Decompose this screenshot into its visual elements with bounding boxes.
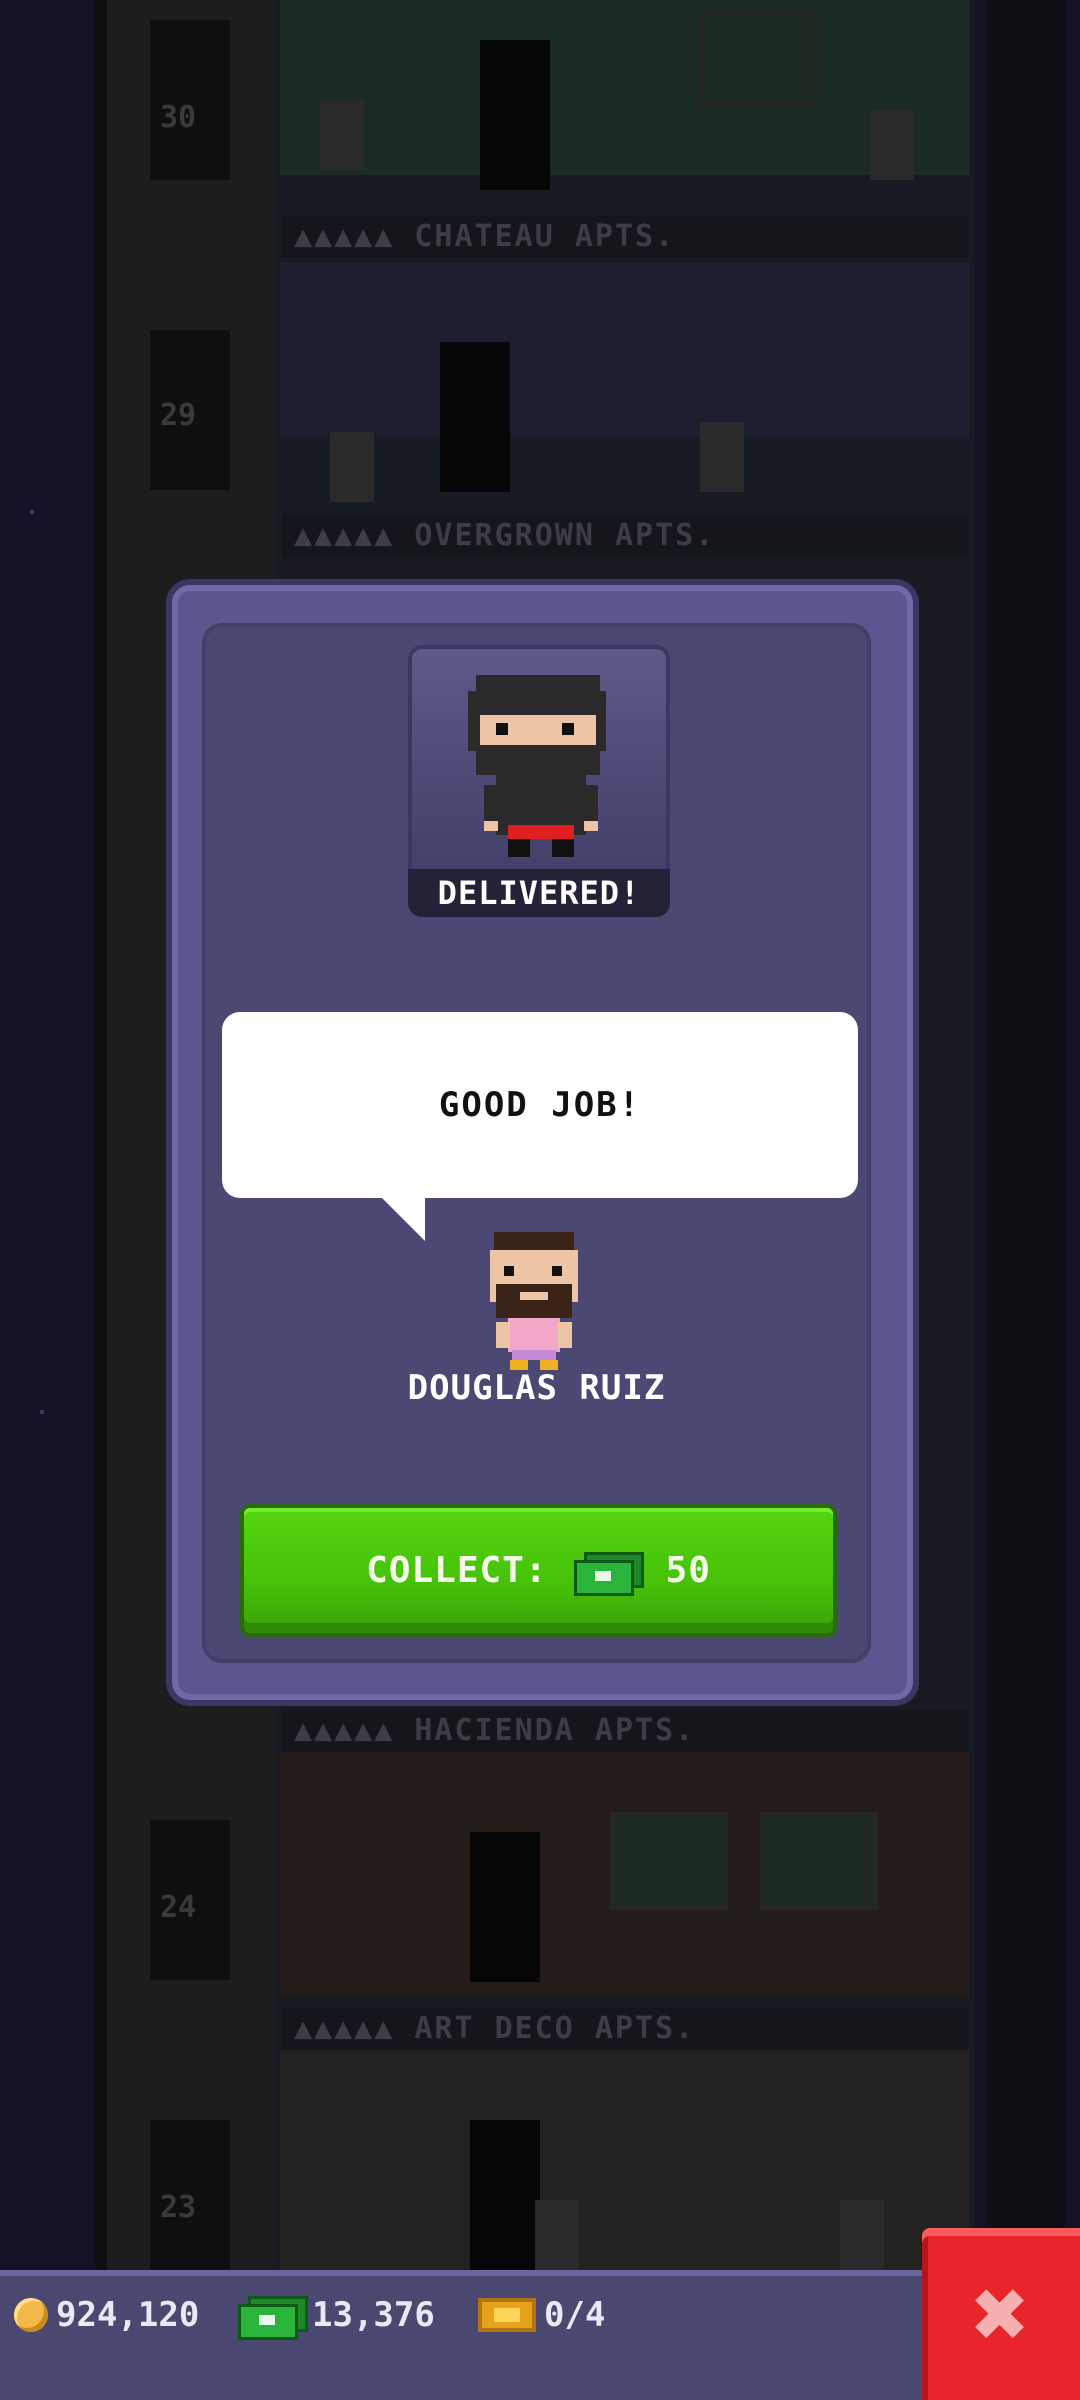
speech-bubble: GOOD JOB!: [222, 1012, 858, 1198]
collect-label: COLLECT:: [366, 1550, 548, 1591]
floor-banner: ▲▲▲▲▲ HACIENDA APTS.: [282, 1710, 968, 1752]
floor-room[interactable]: [280, 0, 970, 190]
window: [700, 10, 818, 108]
speech-text: GOOD JOB!: [438, 1085, 642, 1125]
star: [40, 1410, 44, 1414]
close-button[interactable]: ✖: [922, 2228, 1080, 2400]
door: [470, 2120, 540, 2270]
coin-icon: [14, 2298, 48, 2332]
door: [440, 342, 510, 492]
floor-number: 30: [160, 100, 197, 135]
window: [610, 1812, 728, 1910]
close-icon: ✖: [972, 2258, 1030, 2370]
collect-button[interactable]: COLLECT: 50: [244, 1508, 833, 1633]
ninja-sprite: [468, 675, 606, 857]
tickets-stat[interactable]: 0/4: [478, 2290, 605, 2340]
floor-room[interactable]: [280, 2050, 970, 2270]
tower-edge: [985, 0, 1065, 2270]
floor-banner: ▲▲▲▲▲ CHATEAU APTS.: [282, 216, 968, 258]
npc-name: DOUGLAS RUIZ: [407, 1368, 666, 1408]
floor-number: 23: [160, 2190, 197, 2225]
floor-room[interactable]: [280, 262, 970, 502]
door: [480, 40, 550, 190]
bux-icon: [238, 2296, 308, 2340]
coins-value: 924,120: [56, 2295, 200, 2335]
npc-sprite: [490, 1232, 578, 1370]
collect-amount: 50: [665, 1550, 711, 1591]
floor-room[interactable]: [280, 1752, 970, 1997]
window: [760, 1812, 878, 1910]
delivered-label: DELIVERED!: [408, 869, 670, 917]
tenant-sprite: [330, 432, 374, 502]
star: [30, 510, 34, 514]
bux-value: 13,376: [312, 2295, 435, 2335]
tenant-sprite: [320, 100, 364, 170]
floor-number: 29: [160, 398, 197, 433]
ticket-icon: [478, 2298, 536, 2332]
door: [470, 1832, 540, 1982]
tenant-sprite: [700, 422, 744, 492]
cash-icon: [573, 1551, 644, 1596]
tenant-sprite: [840, 2200, 884, 2270]
tickets-value: 0/4: [544, 2295, 606, 2335]
floor-number: 24: [160, 1890, 197, 1925]
speech-bubble-tail: [380, 1196, 425, 1241]
delivered-portrait: DELIVERED!: [408, 645, 670, 917]
bux-stat[interactable]: 13,376: [238, 2290, 435, 2340]
tenant-sprite: [870, 110, 914, 180]
floor-banner: ▲▲▲▲▲ OVERGROWN APTS.: [282, 515, 968, 557]
coins-stat[interactable]: 924,120: [14, 2290, 199, 2340]
floor-banner: ▲▲▲▲▲ ART DECO APTS.: [282, 2008, 968, 2050]
tenant-sprite: [535, 2200, 579, 2270]
